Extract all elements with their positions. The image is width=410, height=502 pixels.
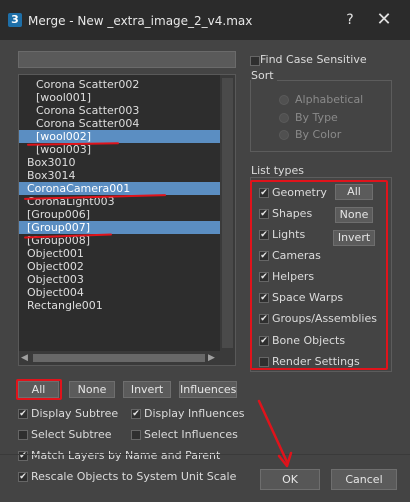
list-item[interactable]: Corona Scatter003 [19, 104, 222, 117]
list-item[interactable]: Object002 [19, 260, 222, 273]
list-item[interactable]: Corona Scatter004 [19, 117, 222, 130]
list-item[interactable]: Object003 [19, 273, 222, 286]
sort-alphabetical-radio[interactable] [279, 95, 289, 105]
list-item[interactable]: Object004 [19, 286, 222, 299]
sort-by-type-label: By Type [295, 111, 338, 124]
list-item[interactable]: Rectangle001 [19, 299, 222, 312]
annotation-list-types-box [250, 180, 388, 370]
list-types-title: List types [251, 164, 308, 177]
object-list[interactable]: Corona Scatter002 [wool001] Corona Scatter… [18, 74, 236, 366]
list-item[interactable]: Box3010 [19, 156, 222, 169]
list-item[interactable]: [wool002] [19, 130, 222, 143]
sort-by-type-radio[interactable] [279, 113, 289, 123]
display-influences-checkbox[interactable]: ✔ [131, 409, 141, 419]
list-vertical-scroll-thumb[interactable] [222, 78, 233, 348]
match-layers-label: Match Layers by Name and Parent [31, 449, 221, 462]
sort-by-color-radio[interactable] [279, 130, 289, 140]
footer-divider [0, 454, 410, 455]
list-item[interactable]: [Group006] [19, 208, 222, 221]
sort-alphabetical-label: Alphabetical [295, 93, 364, 106]
annotation-all-box [16, 379, 62, 400]
select-influences-checkbox[interactable] [131, 430, 141, 440]
list-horizontal-scroll-thumb[interactable] [33, 354, 205, 362]
influences-button[interactable]: Influences [179, 381, 237, 398]
app-icon: 3 [8, 13, 22, 27]
display-influences-label: Display Influences [144, 407, 245, 420]
list-item[interactable]: [wool001] [19, 91, 222, 104]
window-title: Merge - New _extra_image_2_v4.max [28, 14, 253, 28]
match-layers-checkbox[interactable]: ✔ [18, 451, 28, 461]
close-icon[interactable]: ✕ [372, 10, 396, 30]
list-item[interactable]: Box3014 [19, 169, 222, 182]
name-filter-input[interactable] [18, 51, 236, 68]
select-subtree-checkbox[interactable] [18, 430, 28, 440]
help-icon[interactable]: ? [340, 10, 360, 30]
scroll-right-icon[interactable]: ▶ [208, 351, 215, 365]
select-subtree-label: Select Subtree [31, 428, 112, 441]
annotation-arrow [257, 399, 293, 468]
display-subtree-checkbox[interactable]: ✔ [18, 409, 28, 419]
sort-by-color-label: By Color [295, 128, 342, 141]
scroll-left-icon[interactable]: ◀ [21, 351, 28, 365]
list-item[interactable]: CoronaCamera001 [19, 182, 222, 195]
rescale-checkbox[interactable]: ✔ [18, 472, 28, 482]
select-influences-label: Select Influences [144, 428, 238, 441]
invert-button[interactable]: Invert [123, 381, 171, 398]
list-item[interactable]: Object001 [19, 247, 222, 260]
ok-button[interactable]: OK [260, 469, 320, 490]
cancel-button[interactable]: Cancel [331, 469, 397, 490]
find-case-sensitive-checkbox[interactable] [250, 56, 260, 66]
list-item[interactable]: Corona Scatter002 [19, 78, 222, 91]
display-subtree-label: Display Subtree [31, 407, 119, 420]
none-button[interactable]: None [69, 381, 115, 398]
sort-title: Sort [251, 69, 277, 82]
list-item[interactable]: [Group007] [19, 221, 222, 234]
rescale-label: Rescale Objects to System Unit Scale [31, 470, 237, 483]
find-case-sensitive-label: Find Case Sensitive [260, 53, 367, 66]
